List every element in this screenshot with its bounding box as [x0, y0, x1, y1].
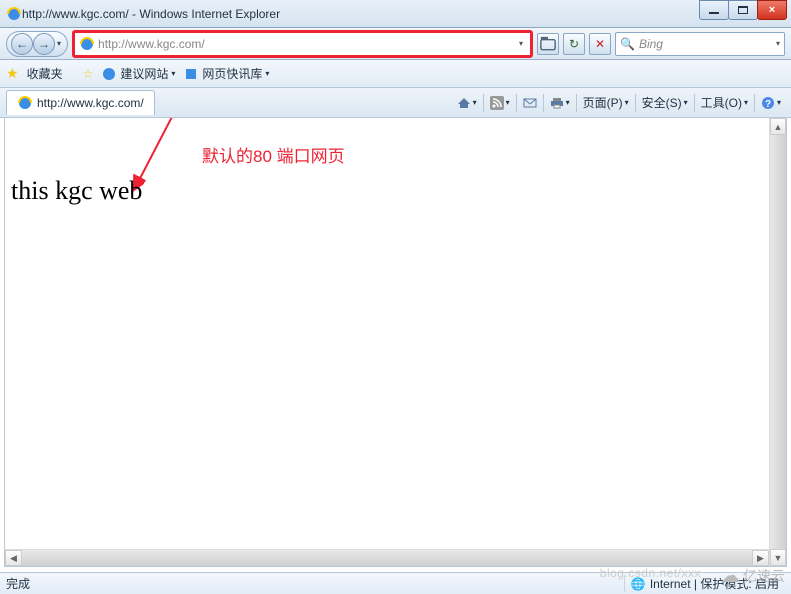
annotation-text: 默认的80 端口网页 — [202, 142, 345, 167]
forward-arrow-icon: → — [38, 37, 50, 51]
nav-back-forward: ← → ▾ — [6, 31, 68, 57]
minimize-button[interactable] — [699, 0, 729, 20]
divider — [483, 94, 484, 112]
chevron-down-icon: ▾ — [777, 98, 781, 107]
divider — [516, 94, 517, 112]
home-icon — [457, 96, 471, 110]
refresh-button[interactable]: ↻ — [563, 33, 585, 55]
favorites-star-icon[interactable]: ★ — [6, 65, 19, 82]
divider — [754, 94, 755, 112]
page-viewport: 默认的80 端口网页 this kgc web ▲ ▼ ◀ ▶ — [4, 118, 787, 567]
back-button[interactable]: ← — [11, 33, 33, 55]
chevron-down-icon: ▾ — [265, 69, 269, 78]
tab-label: http://www.kgc.com/ — [37, 96, 144, 110]
divider — [576, 94, 577, 112]
stop-button[interactable]: ✕ — [589, 33, 611, 55]
navigation-toolbar: ← → ▾ ▾ ↻ ✕ 🔍 Bing ▾ — [0, 28, 791, 60]
forward-button[interactable]: → — [33, 33, 55, 55]
scroll-up-icon[interactable]: ▲ — [770, 118, 786, 135]
close-button[interactable]: × — [757, 0, 787, 20]
suggested-sites-label: 建议网站 — [120, 65, 168, 82]
rss-icon — [490, 96, 504, 110]
tools-menu-label: 工具(O) — [701, 94, 742, 111]
chevron-down-icon: ▾ — [625, 98, 629, 107]
url-input[interactable] — [98, 35, 516, 53]
maximize-button[interactable] — [728, 0, 758, 20]
tab-command-bar: http://www.kgc.com/ ▾ ▾ ▾ 页面(P)▾ 安全(S)▾ … — [0, 88, 791, 118]
web-slice-link[interactable]: 网页快讯库 ▾ — [183, 65, 269, 82]
compatibility-icon — [538, 34, 558, 54]
compatibility-button[interactable] — [537, 33, 559, 55]
page-menu-label: 页面(P) — [583, 94, 623, 111]
webslice-favicon-icon — [183, 66, 199, 82]
back-arrow-icon: ← — [16, 37, 28, 51]
stop-icon: ✕ — [595, 37, 605, 51]
favorites-small-star-icon: ☆ — [83, 67, 94, 81]
safety-menu[interactable]: 安全(S)▾ — [638, 92, 692, 113]
print-icon — [550, 96, 564, 110]
ie-favicon-icon — [6, 6, 22, 22]
suggested-sites-link[interactable]: 建议网站 ▾ — [101, 65, 175, 82]
chevron-down-icon: ▾ — [473, 98, 477, 107]
window-title: http://www.kgc.com/ - Windows Internet E… — [22, 7, 280, 21]
watermark-logo-text: 亿速云 — [743, 566, 785, 586]
home-button[interactable]: ▾ — [453, 94, 481, 112]
search-placeholder: Bing — [639, 37, 776, 51]
refresh-icon: ↻ — [569, 37, 579, 51]
close-icon: × — [769, 4, 775, 16]
vertical-scrollbar[interactable]: ▲ ▼ — [769, 118, 786, 566]
feeds-button[interactable]: ▾ — [486, 94, 514, 112]
favorites-bar: ★ 收藏夹 ☆ 建议网站 ▾ 网页快讯库 ▾ — [0, 60, 791, 88]
search-icon: 🔍 — [620, 37, 635, 51]
print-button[interactable]: ▾ — [546, 94, 574, 112]
chevron-down-icon: ▾ — [506, 98, 510, 107]
scroll-thumb[interactable] — [770, 135, 786, 549]
address-dropdown-icon[interactable]: ▾ — [516, 39, 526, 48]
chevron-down-icon: ▾ — [171, 69, 175, 78]
divider — [694, 94, 695, 112]
chevron-down-icon: ▾ — [744, 98, 748, 107]
window-buttons: × — [700, 0, 787, 20]
tab-favicon-icon — [17, 95, 33, 111]
scroll-left-icon[interactable]: ◀ — [5, 550, 22, 566]
svg-text:?: ? — [765, 99, 771, 110]
tab-current[interactable]: http://www.kgc.com/ — [6, 90, 155, 115]
window-titlebar: http://www.kgc.com/ - Windows Internet E… — [0, 0, 791, 28]
search-box[interactable]: 🔍 Bing ▾ — [615, 32, 785, 56]
chevron-down-icon: ▾ — [566, 98, 570, 107]
help-icon: ? — [761, 96, 775, 110]
cloud-icon: ☁ — [720, 563, 740, 588]
favorites-label[interactable]: 收藏夹 — [27, 65, 63, 82]
safety-menu-label: 安全(S) — [642, 94, 682, 111]
divider — [543, 94, 544, 112]
page-menu[interactable]: 页面(P)▾ — [579, 92, 633, 113]
address-bar[interactable]: ▾ — [72, 30, 533, 58]
page-favicon-icon — [79, 36, 95, 52]
divider — [635, 94, 636, 112]
help-button[interactable]: ? ▾ — [757, 94, 785, 112]
scroll-thumb[interactable] — [22, 550, 752, 566]
mail-button[interactable] — [519, 94, 541, 112]
history-dropdown-icon[interactable]: ▾ — [55, 39, 63, 48]
web-slice-label: 网页快讯库 — [202, 65, 262, 82]
mail-icon — [523, 96, 537, 110]
chevron-down-icon: ▾ — [684, 98, 688, 107]
status-done: 完成 — [6, 575, 30, 592]
search-dropdown-icon[interactable]: ▾ — [776, 39, 780, 48]
tools-menu[interactable]: 工具(O)▾ — [697, 92, 752, 113]
horizontal-scrollbar[interactable]: ◀ ▶ — [5, 549, 769, 566]
suggested-favicon-icon — [101, 66, 117, 82]
watermark-text: blog.csdn.net/xxx — [600, 566, 701, 580]
watermark-logo: ☁ 亿速云 — [720, 563, 785, 588]
page-body-text: this kgc web — [11, 176, 142, 206]
